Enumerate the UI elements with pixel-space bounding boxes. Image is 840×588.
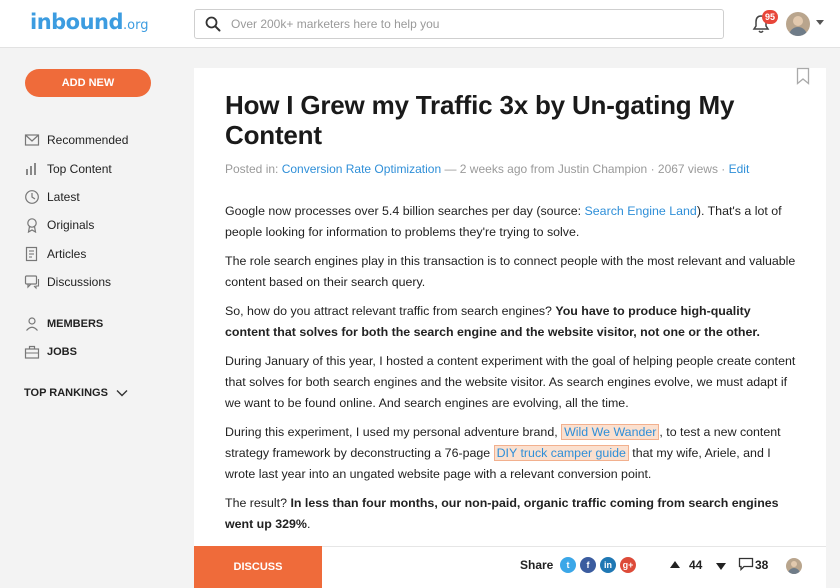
wild-we-wander-link[interactable]: Wild We Wander: [561, 424, 660, 440]
discussion-icon: [24, 275, 40, 290]
sidebar-item-discussions[interactable]: Discussions: [24, 273, 111, 291]
sidebar-item-recommended[interactable]: Recommended: [24, 131, 128, 149]
inbound-logo[interactable]: inbound.org: [30, 10, 149, 34]
sidebar-item-members[interactable]: MEMBERS: [24, 315, 103, 333]
share-label: Share: [520, 558, 554, 572]
bar-chart-icon: [26, 163, 36, 175]
meta-dash: —: [441, 162, 460, 176]
comment-count: 38: [755, 558, 769, 572]
article-title: How I Grew my Traffic 3x by Un-gating My…: [225, 90, 735, 150]
text: So, how do you attract relevant traffic …: [225, 304, 556, 318]
paragraph: The role search engines play in this tra…: [225, 254, 796, 289]
article-icon: [25, 246, 38, 262]
logo-suffix: .org: [123, 18, 149, 33]
paragraph: Google now processes over 5.4 billion se…: [225, 201, 797, 243]
search-engine-land-link[interactable]: Search Engine Land: [585, 204, 697, 218]
sidebar-item-label: Discussions: [47, 275, 112, 289]
sidebar-item-label: Top Content: [47, 162, 112, 176]
diy-truck-camper-guide-link[interactable]: DIY truck camper guide: [493, 445, 629, 461]
meta-separator: ·: [717, 162, 729, 176]
user-avatar[interactable]: [786, 12, 810, 36]
briefcase-icon: [24, 345, 40, 359]
downvote-arrow-icon[interactable]: [716, 563, 726, 570]
text: .: [306, 517, 311, 531]
sidebar-item-label: Originals: [47, 218, 95, 232]
upvote-arrow-icon[interactable]: [670, 561, 680, 568]
article-body: Google now processes over 5.4 billion se…: [225, 201, 797, 543]
top-rankings-toggle[interactable]: TOP RANKINGS: [24, 387, 128, 399]
view-count: 2067 views: [657, 162, 718, 176]
jobs-label: JOBS: [47, 346, 77, 358]
logo-main: inbound: [30, 10, 124, 34]
bookmark-icon[interactable]: [796, 67, 810, 85]
top-rankings-label: TOP RANKINGS: [24, 387, 108, 399]
twitter-icon[interactable]: t: [560, 557, 576, 573]
chevron-down-icon[interactable]: [816, 20, 824, 25]
sidebar-item-label: Recommended: [47, 133, 129, 147]
paragraph: So, how do you attract relevant traffic …: [225, 301, 797, 343]
author-avatar[interactable]: [786, 558, 802, 574]
notification-badge: 95: [762, 10, 779, 24]
text: The result?: [225, 496, 291, 510]
paragraph: During this experiment, I used my person…: [225, 422, 797, 485]
clock-icon: [25, 190, 39, 204]
category-link[interactable]: Conversion Rate Optimization: [282, 162, 441, 176]
chevron-down-icon: [116, 390, 128, 397]
text: Google now processes over 5.4 billion se…: [225, 204, 585, 218]
search-input[interactable]: [231, 14, 711, 34]
search-box[interactable]: [194, 9, 724, 39]
search-icon: [205, 16, 221, 32]
posted-in-label: Posted in:: [225, 162, 279, 176]
members-label: MEMBERS: [47, 318, 104, 330]
google-plus-icon[interactable]: g+: [620, 557, 636, 573]
user-icon: [26, 317, 38, 331]
sidebar-item-articles[interactable]: Articles: [24, 245, 86, 263]
facebook-icon[interactable]: f: [580, 557, 596, 573]
time-author: 2 weeks ago from Justin Champion: [459, 162, 648, 176]
sidebar-item-top-content[interactable]: Top Content: [24, 160, 112, 178]
envelope-icon: [24, 134, 40, 146]
sidebar-item-jobs[interactable]: JOBS: [24, 343, 77, 361]
sidebar-item-latest[interactable]: Latest: [24, 188, 80, 206]
sidebar-item-label: Articles: [47, 247, 87, 261]
sidebar-item-originals[interactable]: Originals: [24, 216, 94, 234]
article-meta: Posted in: Conversion Rate Optimization …: [225, 162, 805, 176]
add-new-button[interactable]: ADD NEW: [25, 69, 151, 97]
comment-icon[interactable]: [738, 557, 754, 571]
original-badge-icon: [27, 218, 37, 233]
paragraph: The result? In less than four months, ou…: [225, 493, 797, 535]
discuss-button[interactable]: DISCUSS: [194, 546, 322, 588]
sidebar-item-label: Latest: [47, 190, 80, 204]
linkedin-icon[interactable]: in: [600, 557, 616, 573]
meta-separator: ·: [647, 162, 658, 176]
vote-count: 44: [689, 558, 703, 572]
top-header: inbound.org 95: [0, 0, 840, 48]
edit-link[interactable]: Edit: [729, 162, 750, 176]
paragraph: During January of this year, I hosted a …: [225, 354, 796, 410]
text: During this experiment, I used my person…: [225, 425, 562, 439]
